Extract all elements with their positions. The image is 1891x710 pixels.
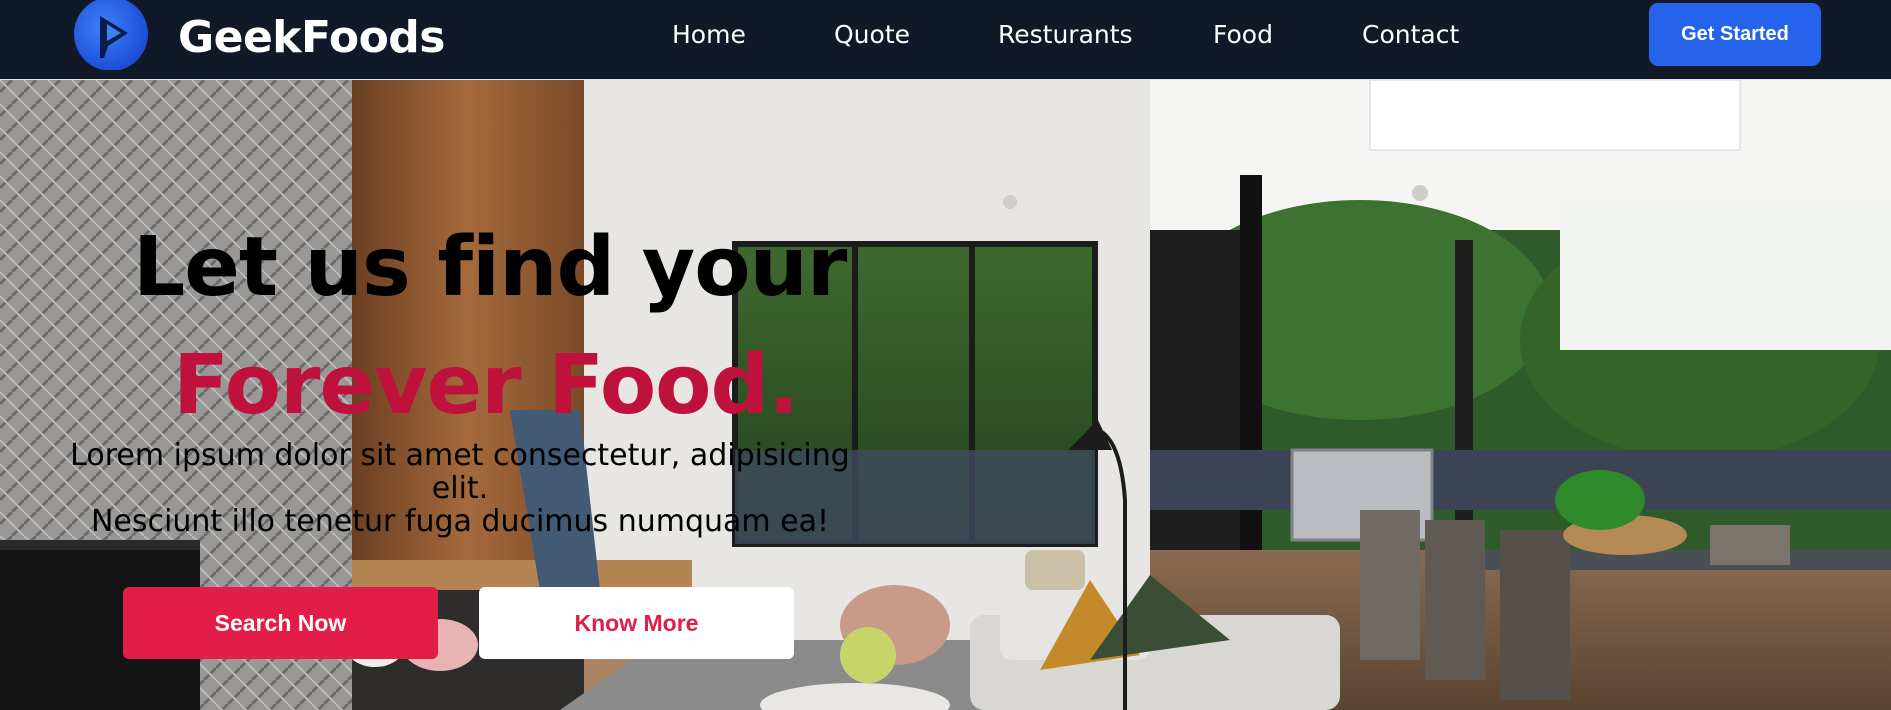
nav-link-quote[interactable]: Quote <box>834 20 910 49</box>
nav-link-resturants[interactable]: Resturants <box>998 20 1133 49</box>
nav-link-contact[interactable]: Contact <box>1362 20 1459 49</box>
search-now-button[interactable]: Search Now <box>123 587 438 659</box>
hero-headline-line1: Let us find your <box>133 220 847 315</box>
play-logo-icon[interactable] <box>74 0 148 70</box>
get-started-button[interactable]: Get Started <box>1649 3 1821 66</box>
hero-headline-line2: Forever Food. <box>173 338 799 433</box>
brand-name[interactable]: GeekFoods <box>178 12 445 63</box>
hero-description: Lorem ipsum dolor sit amet consectetur, … <box>50 439 870 538</box>
hero-description-line2: Nesciunt illo tenetur fuga ducimus numqu… <box>90 504 830 539</box>
hero-section: Let us find your Forever Food. Lorem ips… <box>0 80 1891 710</box>
top-navbar: GeekFoods Home Quote Resturants Food Con… <box>0 0 1891 80</box>
know-more-button[interactable]: Know More <box>479 587 794 659</box>
hero-description-line1: Lorem ipsum dolor sit amet consectetur, … <box>70 438 850 506</box>
nav-link-food[interactable]: Food <box>1213 20 1273 49</box>
nav-link-home[interactable]: Home <box>672 20 746 49</box>
